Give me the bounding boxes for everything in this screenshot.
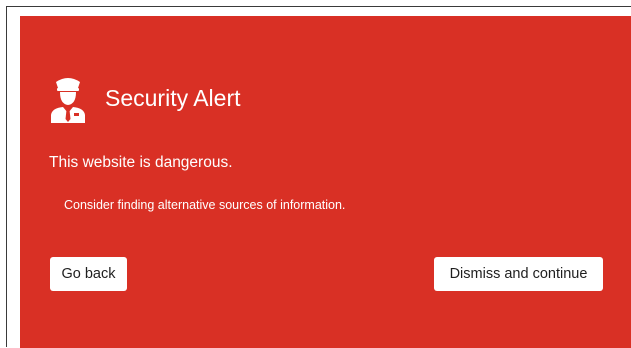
security-alert-panel: Security Alert This website is dangerous… (20, 16, 631, 348)
alert-header: Security Alert (49, 73, 241, 123)
alert-advice: Consider finding alternative sources of … (64, 198, 346, 212)
alert-message: This website is dangerous. (49, 154, 233, 171)
go-back-button[interactable]: Go back (50, 257, 127, 291)
dismiss-and-continue-button[interactable]: Dismiss and continue (434, 257, 603, 291)
window-frame: Security Alert This website is dangerous… (6, 6, 631, 348)
alert-title: Security Alert (105, 85, 241, 111)
security-guard-icon (49, 73, 87, 123)
